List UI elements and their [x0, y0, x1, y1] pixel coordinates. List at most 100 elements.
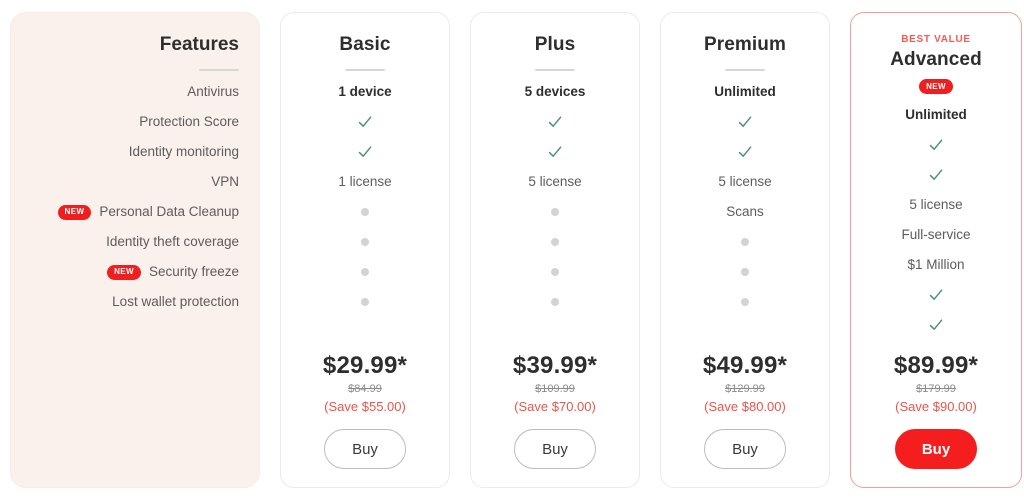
- plan-value-row: [661, 137, 829, 167]
- feature-label: Personal Data Cleanup: [99, 204, 239, 219]
- plan-value-row: [471, 197, 639, 227]
- not-included-dot-icon: [551, 268, 559, 276]
- current-price: $49.99*: [702, 352, 788, 379]
- price-block: $49.99* $129.99 (Save $80.00) Buy: [661, 351, 829, 487]
- plan-name: Plus: [534, 34, 576, 55]
- plan-card: Premium Unlimited 5 license Scans $49.99* $12…: [660, 12, 830, 488]
- buy-button[interactable]: Buy: [514, 429, 596, 469]
- plan-value-text: 1 device: [338, 84, 392, 99]
- plan-card-header: BEST VALUE Advanced NEW: [851, 13, 1021, 94]
- plan-value-row: [281, 257, 449, 287]
- plan-value-text: 5 license: [718, 174, 772, 189]
- feature-row: NEW Security freeze: [11, 257, 259, 287]
- feature-row: Lost wallet protection: [11, 287, 259, 317]
- plan-value-text: 5 devices: [524, 84, 586, 99]
- plan-value-row: [471, 227, 639, 257]
- check-icon: [928, 287, 944, 303]
- plan-card: Plus 5 devices 5 license $39.99* $109.99 (Sav…: [470, 12, 640, 488]
- check-icon: [928, 167, 944, 183]
- plan-value-text: Unlimited: [714, 84, 776, 99]
- check-icon: [357, 144, 373, 160]
- plan-value-row: 1 device: [281, 77, 449, 107]
- feature-label: Identity monitoring: [128, 144, 239, 159]
- plan-value-row: [661, 257, 829, 287]
- plan-value-row: [281, 227, 449, 257]
- plan-value-row: 5 license: [471, 167, 639, 197]
- plan-value-row: [661, 227, 829, 257]
- original-price: $109.99: [535, 383, 575, 395]
- plan-value-row: [281, 137, 449, 167]
- not-included-dot-icon: [361, 238, 369, 246]
- plan-value-row: [851, 130, 1021, 160]
- plan-value-row: [661, 287, 829, 317]
- plan-value-row: [471, 257, 639, 287]
- feature-label: Antivirus: [187, 84, 239, 99]
- plan-value-list: 1 device 1 license: [281, 71, 449, 351]
- new-badge: NEW: [107, 264, 141, 280]
- not-included-dot-icon: [361, 268, 369, 276]
- current-price: $29.99*: [322, 352, 408, 379]
- plan-value-row: [851, 280, 1021, 310]
- plan-value-row: 5 devices: [471, 77, 639, 107]
- plan-value-row: Full-service: [851, 220, 1021, 250]
- not-included-dot-icon: [361, 208, 369, 216]
- plan-value-row: Scans: [661, 197, 829, 227]
- not-included-dot-icon: [741, 298, 749, 306]
- buy-button[interactable]: Buy: [324, 429, 406, 469]
- plan-value-row: [281, 107, 449, 137]
- savings-label: (Save $80.00): [704, 399, 786, 414]
- plan-name: Advanced: [890, 49, 982, 70]
- price-block: $29.99* $84.99 (Save $55.00) Buy: [281, 351, 449, 487]
- plan-card-header: Plus: [471, 13, 639, 71]
- plan-value-row: [851, 310, 1021, 340]
- original-price: $84.99: [348, 383, 382, 395]
- plan-value-text: Scans: [726, 204, 764, 219]
- feature-row: VPN: [11, 167, 259, 197]
- plan-value-row: Unlimited: [661, 77, 829, 107]
- feature-row: NEW Personal Data Cleanup: [11, 197, 259, 227]
- new-badge: NEW: [57, 204, 92, 220]
- savings-label: (Save $55.00): [324, 399, 406, 414]
- check-icon: [357, 114, 373, 130]
- original-price: $179.99: [916, 383, 956, 395]
- plan-value-row: 5 license: [661, 167, 829, 197]
- plan-card: BEST VALUE Advanced NEW Unlimited 5 license F…: [850, 12, 1022, 488]
- feature-row: Identity monitoring: [11, 137, 259, 167]
- plan-card-header: Basic: [281, 13, 449, 71]
- features-row-list: Antivirus Protection Score Identity monito…: [11, 71, 259, 487]
- not-included-dot-icon: [551, 298, 559, 306]
- new-badge: NEW: [919, 79, 953, 94]
- price-block: $89.99* $179.99 (Save $90.00) Buy: [851, 351, 1021, 487]
- buy-button[interactable]: Buy: [704, 429, 786, 469]
- savings-label: (Save $70.00): [514, 399, 596, 414]
- current-price: $39.99*: [512, 352, 598, 379]
- plan-value-text: Full-service: [901, 227, 971, 242]
- features-title: Features: [159, 34, 239, 55]
- plan-value-row: [471, 287, 639, 317]
- plan-value-row: 1 license: [281, 167, 449, 197]
- buy-button[interactable]: Buy: [895, 429, 977, 469]
- current-price: $89.99*: [893, 352, 979, 379]
- plan-value-text: Unlimited: [905, 107, 967, 122]
- not-included-dot-icon: [361, 298, 369, 306]
- plan-value-row: [281, 197, 449, 227]
- plan-value-row: [281, 287, 449, 317]
- check-icon: [737, 114, 753, 130]
- feature-label: Lost wallet protection: [112, 294, 239, 309]
- features-card: Features Antivirus Protection Score Identi…: [10, 12, 260, 488]
- feature-label: VPN: [211, 174, 239, 189]
- price-block: $39.99* $109.99 (Save $70.00) Buy: [471, 351, 639, 487]
- plan-value-text: 5 license: [528, 174, 582, 189]
- feature-label: Identity theft coverage: [106, 234, 239, 249]
- plan-card-header: Premium: [661, 13, 829, 71]
- plan-name: Basic: [339, 34, 391, 55]
- plan-value-row: [661, 107, 829, 137]
- pricing-comparison-table: Features Antivirus Protection Score Identi…: [0, 0, 1024, 502]
- feature-row: Protection Score: [11, 107, 259, 137]
- check-icon: [737, 144, 753, 160]
- plan-value-list: Unlimited 5 license Full-service $1 Million: [851, 94, 1021, 351]
- check-icon: [547, 114, 563, 130]
- original-price: $129.99: [725, 383, 765, 395]
- feature-label: Protection Score: [139, 114, 239, 129]
- plan-value-text: $1 Million: [907, 257, 965, 272]
